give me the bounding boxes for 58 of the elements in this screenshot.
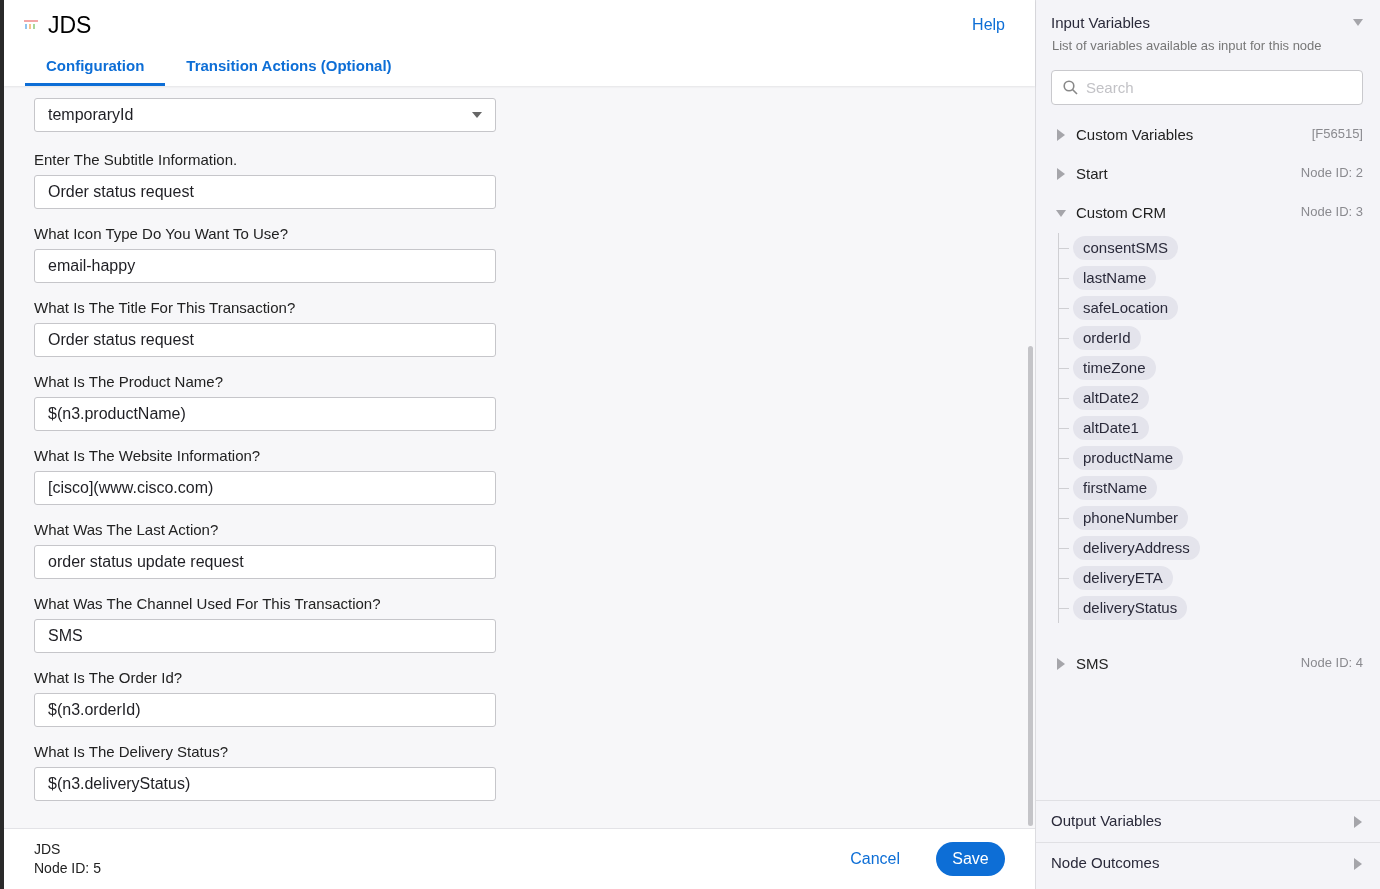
field-label: What Is The Order Id? [34, 669, 184, 687]
collapse-icon [1353, 16, 1363, 28]
section-header[interactable]: Output Variables [1036, 800, 1380, 842]
input-field[interactable]: Order status request [34, 323, 496, 357]
tree-item[interactable]: SMS Node ID: 4 [1051, 647, 1363, 686]
field-label: What Was The Last Action? [34, 521, 220, 539]
caret-icon [472, 112, 482, 118]
help-link[interactable]: Help [972, 13, 1005, 37]
field-label: What Is The Website Information? [34, 447, 262, 465]
panel-subtitle: List of variables available as input for this node [1052, 36, 1323, 55]
variable-chip[interactable]: firstName [1073, 476, 1158, 500]
logo-icon [24, 20, 38, 30]
tree-item[interactable]: Custom Variables [F56515] [1051, 118, 1363, 157]
variable-chip[interactable]: altDate2 [1073, 386, 1149, 410]
tree-item[interactable]: Start Node ID: 2 [1051, 157, 1363, 196]
variable-chip[interactable]: deliveryETA [1073, 566, 1173, 590]
window-title: JDS [48, 10, 92, 40]
input-field[interactable]: SMS [34, 619, 496, 653]
variable-chip[interactable]: deliveryAddress [1073, 536, 1200, 560]
field-label: Enter The Subtitle Information. [34, 151, 239, 169]
variable-chip[interactable]: deliveryStatus [1073, 596, 1188, 620]
collapsed-icon [1056, 129, 1066, 142]
variable-chip[interactable]: lastName [1073, 266, 1157, 290]
node-name: JDS [34, 840, 62, 859]
input-field[interactable]: order status update request [34, 545, 496, 579]
input-field[interactable]: $(n3.deliveryStatus) [34, 767, 496, 801]
cancel-button[interactable]: Cancel [842, 841, 908, 877]
section-header[interactable]: Node Outcomes [1036, 842, 1380, 884]
input-field[interactable]: Order status request [34, 175, 496, 209]
input-field[interactable]: $(n3.productName) [34, 397, 496, 431]
variable-chip[interactable]: productName [1073, 446, 1184, 470]
field-label: What Is The Title For This Transaction? [34, 299, 297, 317]
search-field[interactable]: Search [1051, 70, 1363, 105]
field-label: What Is The Delivery Status? [34, 743, 229, 761]
tab[interactable]: Transition Actions (Optional) [165, 50, 413, 86]
field-label: What Icon Type Do You Want To Use? [34, 225, 290, 243]
field-label: What Is The Product Name? [34, 373, 224, 391]
collapsed-icon [1056, 658, 1066, 671]
variable-chip[interactable]: orderId [1073, 326, 1141, 350]
variable-chip[interactable]: phoneNumber [1073, 506, 1189, 530]
scrollbar[interactable] [1028, 346, 1033, 826]
dropdown[interactable]: temporaryId [34, 98, 496, 132]
input-field[interactable]: email-happy [34, 249, 496, 283]
variable-chip[interactable]: safeLocation [1073, 296, 1179, 320]
save-button[interactable]: Save [936, 842, 1005, 876]
input-field[interactable]: $(n3.orderId) [34, 693, 496, 727]
variable-chip[interactable]: consentSMS [1073, 236, 1179, 260]
variable-chip[interactable]: timeZone [1073, 356, 1156, 380]
variable-chip[interactable]: altDate1 [1073, 416, 1149, 440]
expand-icon [1353, 815, 1363, 828]
panel-title: Input Variables [1051, 13, 1150, 33]
input-field[interactable]: [cisco](www.cisco.com) [34, 471, 496, 505]
collapsed-icon [1056, 168, 1066, 181]
search-icon [1063, 80, 1078, 95]
expand-icon [1353, 857, 1363, 870]
field-label: What Was The Channel Used For This Transaction? [34, 595, 382, 613]
tree-item[interactable]: Custom CRM Node ID: 3 [1051, 196, 1363, 235]
node-id: Node ID: 5 [34, 859, 101, 878]
